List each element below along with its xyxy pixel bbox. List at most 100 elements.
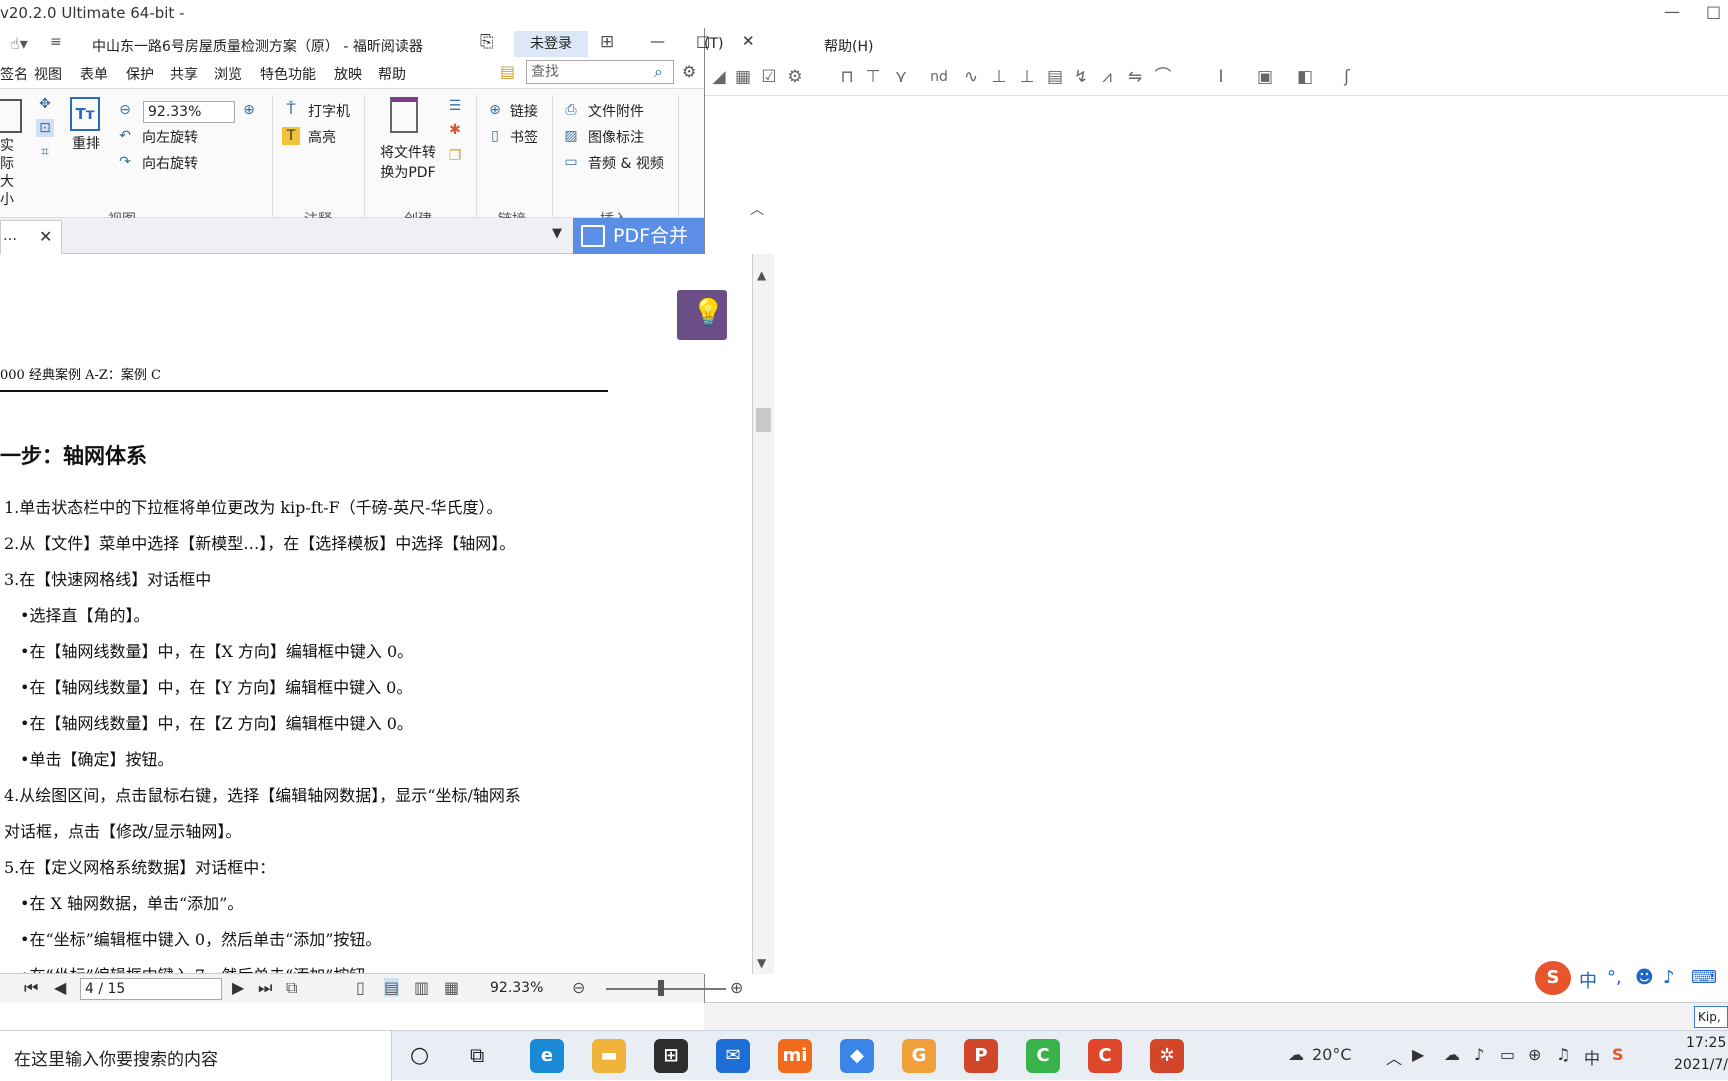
image-annotation-button[interactable]: 图像标注 (588, 127, 644, 147)
edge-browser-icon[interactable]: e (530, 1039, 564, 1073)
clock-time[interactable]: 17:25 (1686, 1035, 1726, 1051)
truss-tool-icon[interactable]: ⋎ (890, 66, 912, 88)
background-menu-help[interactable]: 帮助(H) (824, 36, 873, 56)
search-input[interactable]: 查找 (526, 60, 674, 84)
share-icon[interactable]: ⎘ (480, 32, 494, 52)
node-tool-icon[interactable]: nd (928, 66, 950, 88)
link-button[interactable]: 链接 (510, 101, 538, 121)
keyboard-icon[interactable]: ⌨ (1691, 967, 1717, 988)
zoom-input[interactable]: 92.33% (143, 101, 235, 123)
weather-temperature[interactable]: 20°C (1312, 1045, 1352, 1064)
model-canvas[interactable] (704, 97, 1728, 1002)
feishu-icon[interactable]: ◆ (840, 1039, 874, 1073)
status-zoom-in-icon[interactable]: ⊕ (730, 978, 743, 997)
volume-icon[interactable]: ♫ (1556, 1045, 1570, 1064)
status-zoom-level[interactable]: 92.33% (490, 980, 543, 996)
foxit-restore-button[interactable]: □ (696, 32, 710, 50)
file-attachment-button[interactable]: 文件附件 (588, 101, 644, 121)
continuous-facing-icon[interactable]: ▦ (444, 978, 459, 997)
link-tool-icon[interactable]: ∿ (960, 66, 982, 88)
facing-page-icon[interactable]: ▥ (414, 978, 429, 997)
document-tab[interactable]: … ✕ (0, 220, 62, 254)
function-tool-icon[interactable]: ʃ (1336, 66, 1358, 88)
network-icon[interactable]: ⊕ (1528, 1045, 1541, 1064)
units-dropdown[interactable]: Kip, (1694, 1006, 1728, 1028)
menu-share[interactable]: 共享 (170, 64, 198, 84)
scroll-down-icon[interactable]: ▼ (757, 956, 766, 970)
menu-slideshow[interactable]: 放映 (334, 64, 362, 84)
menu-protect[interactable]: 保护 (126, 64, 154, 84)
foxit-close-button[interactable]: ✕ (742, 32, 755, 50)
camtasia-green-icon[interactable]: C (1026, 1039, 1060, 1073)
camtasia-red-icon[interactable]: C (1088, 1039, 1122, 1073)
quick-access-more-icon[interactable]: ≡ (50, 34, 62, 50)
reflow-button[interactable]: 重排 (72, 133, 100, 153)
frame2-tool-icon[interactable]: ⊤ (862, 66, 884, 88)
search-folder-icon[interactable]: ▤ (500, 62, 522, 84)
actual-size-button[interactable]: 实际大小 (0, 137, 22, 209)
typewriter-button[interactable]: 打字机 (308, 101, 350, 121)
draw-tool-icon[interactable]: ◢ (708, 66, 730, 88)
highlight-button[interactable]: 高亮 (308, 127, 336, 147)
hand-tool-icon[interactable]: ☝▾ (10, 34, 28, 53)
status-zoom-out-icon[interactable]: ⊖ (572, 978, 585, 997)
tips-lightbulb-icon[interactable]: 💡 (677, 290, 727, 340)
frame-tool-icon[interactable]: ⊓ (836, 66, 858, 88)
menu-browse[interactable]: 浏览 (214, 64, 242, 84)
file-explorer-icon[interactable]: ▬ (592, 1039, 626, 1073)
menu-form[interactable]: 表单 (80, 64, 108, 84)
microsoft-store-icon[interactable]: ⊞ (654, 1039, 688, 1073)
scroll-up-icon[interactable]: ▲ (757, 268, 766, 282)
audio-video-button[interactable]: 音频 & 视频 (588, 153, 664, 173)
next-page-icon[interactable]: ▶ (232, 978, 244, 997)
cable-tool-icon[interactable]: ⇋ (1124, 66, 1146, 88)
continuous-page-icon[interactable]: ▤ (384, 978, 400, 997)
display-tool-icon[interactable]: ◧ (1294, 66, 1316, 88)
menu-features[interactable]: 特色功能 (260, 64, 316, 84)
search-icon[interactable]: ⌕ (654, 62, 663, 82)
clock-date[interactable]: 2021/7/ (1674, 1057, 1728, 1073)
first-page-icon[interactable]: ⏮ (24, 978, 38, 998)
menu-view[interactable]: 视图 (34, 64, 62, 84)
login-button[interactable]: 未登录 (514, 31, 588, 57)
pdf-page[interactable]: 💡 000 经典案例 A-Z：案例 C 一步：轴网体系 1.单击状态栏中的下拉框… (0, 254, 752, 974)
background-minimize-button[interactable]: — (1664, 2, 1680, 21)
fit-width-icon[interactable]: ⊡ (36, 119, 54, 137)
scrollbar-thumb[interactable] (756, 408, 771, 432)
bookmark-button[interactable]: 书签 (510, 127, 538, 147)
graph-tool-icon[interactable]: ⩘ (1096, 66, 1118, 88)
previous-page-icon[interactable]: ◀ (54, 978, 66, 997)
zoom-slider[interactable] (606, 988, 726, 990)
zoom-out-icon[interactable]: ⊖ (116, 101, 134, 119)
rotate-left-button[interactable]: 向左旋转 (142, 127, 198, 147)
tray-chevron-icon[interactable]: ︿ (1386, 1045, 1402, 1069)
create-blank-icon[interactable]: ☰ (446, 97, 464, 115)
tray-microphone-icon[interactable]: ♪ (1474, 1045, 1484, 1064)
support-tool-icon[interactable]: ⊥ (988, 66, 1010, 88)
foxit-minimize-button[interactable]: — (650, 32, 665, 50)
assign-tool-icon[interactable]: ⚙ (784, 66, 806, 88)
select-tool-icon[interactable]: ▦ (732, 66, 754, 88)
load-tool-icon[interactable]: ↯ (1070, 66, 1092, 88)
taskbar-ime-indicator[interactable]: 中 (1584, 1045, 1600, 1069)
page-number-input[interactable]: 4 / 15 (80, 978, 222, 1000)
background-maximize-button[interactable]: □ (1706, 2, 1721, 21)
fit-page-icon[interactable]: ✥ (36, 95, 54, 113)
emoji-icon[interactable]: ☻ (1635, 967, 1654, 988)
cortana-icon[interactable]: ○ (410, 1043, 429, 1068)
zoom-slider-handle[interactable] (658, 980, 664, 996)
ime-chinese-mode[interactable]: 中 (1579, 967, 1597, 993)
curve-tool-icon[interactable]: ⌒ (1152, 66, 1174, 88)
rotate-right-button[interactable]: 向右旋转 (142, 153, 198, 173)
zoom-in-icon[interactable]: ⊕ (240, 101, 258, 119)
tab-list-dropdown-icon[interactable]: ▼ (552, 226, 562, 241)
reflow-icon[interactable]: Tт (70, 97, 100, 131)
mail-icon[interactable]: ✉ (716, 1039, 750, 1073)
sap2000-icon[interactable]: ✲ (1150, 1039, 1184, 1073)
sogou-logo-icon[interactable]: S (1535, 961, 1571, 995)
powerpoint-icon[interactable]: P (964, 1039, 998, 1073)
spring-tool-icon[interactable]: ⊥ (1016, 66, 1038, 88)
task-view-icon[interactable]: ⧉ (470, 1043, 484, 1067)
tray-sogou-icon[interactable]: S (1612, 1045, 1624, 1064)
text-cursor-tool-icon[interactable]: I (1210, 66, 1232, 88)
